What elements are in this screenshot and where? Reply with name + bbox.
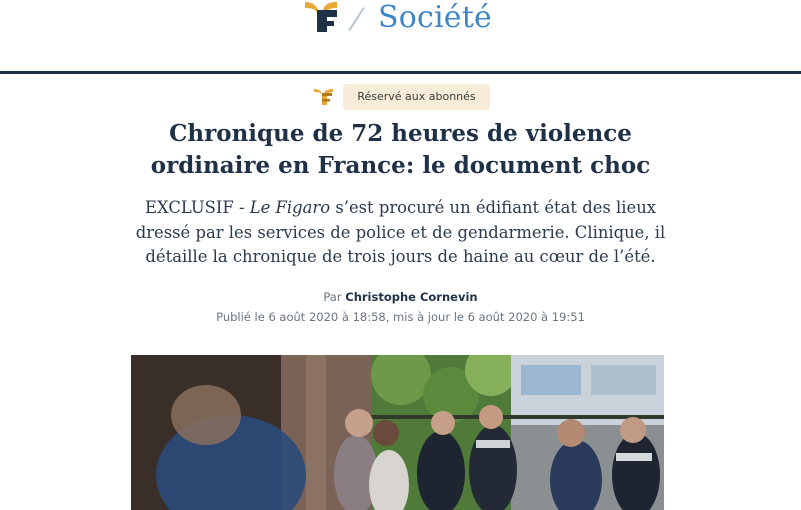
byline-prefix: Par — [323, 290, 346, 304]
header-separator: / — [346, 2, 367, 35]
lede-prefix: EXCLUSIF - — [144, 198, 250, 217]
byline: Par Christophe Cornevin — [120, 290, 681, 304]
header-divider — [0, 71, 801, 74]
le-figaro-logo-icon[interactable] — [303, 0, 339, 34]
article-lede: EXCLUSIF - Le Figaro s’est procuré un éd… — [120, 196, 681, 270]
article-title: Chronique de 72 heures de violence ordin… — [150, 120, 651, 179]
subscriber-badge-label: Réservé aux abonnés — [343, 84, 490, 110]
author-link[interactable]: Christophe Cornevin — [345, 290, 477, 304]
article-photo[interactable] — [131, 355, 664, 510]
lede-publication: Le Figaro — [249, 198, 331, 217]
le-figaro-small-logo-icon — [314, 89, 333, 105]
photo-illustration — [131, 355, 664, 510]
section-title[interactable]: Société — [378, 0, 492, 36]
publication-dates: Publié le 6 août 2020 à 18:58, mis à jou… — [216, 310, 585, 324]
site-header: / Société — [0, 0, 801, 74]
